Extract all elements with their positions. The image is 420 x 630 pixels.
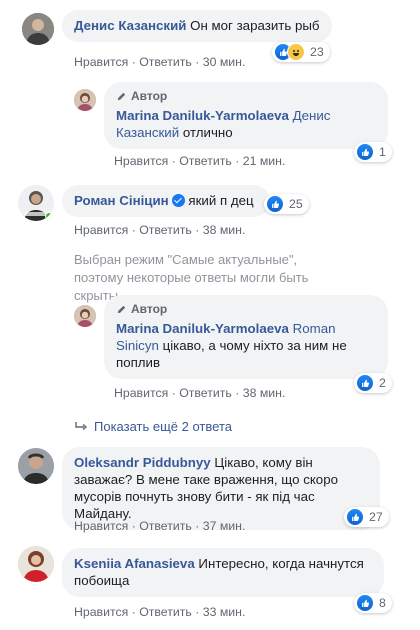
reply-author[interactable]: Marina Daniluk-Yarmolaeva [116,108,289,123]
avatar[interactable] [18,448,54,484]
online-status-icon [45,212,53,220]
like-icon [266,195,284,213]
reactions[interactable]: 8 [354,593,392,613]
separator: · [171,154,176,168]
separator: · [195,55,200,69]
avatar[interactable] [18,546,54,582]
avatar[interactable] [18,185,54,221]
separator: · [195,223,200,237]
avatar-photo-icon [18,546,54,582]
avatar[interactable] [22,13,54,45]
comment-bubble: Oleksandr Piddubnyy Цікаво, кому він зав… [62,447,380,530]
comment-actions: Нравится · Ответить · 38 мин. [74,223,245,237]
reactions[interactable]: 23 [272,42,330,62]
reaction-count: 2 [379,376,386,390]
comment-timestamp[interactable]: 30 мин. [203,55,246,69]
comment-author[interactable]: Kseniia Afanasieva [74,556,195,571]
reply-timestamp[interactable]: 38 мин. [243,386,286,400]
reactions[interactable]: 2 [354,373,392,393]
separator: · [195,605,200,619]
author-tag: Автор [116,88,376,105]
like-button[interactable]: Нравится [74,55,128,69]
pencil-icon [116,91,127,102]
comment-timestamp[interactable]: 37 мин. [203,519,246,533]
verified-badge-icon [171,194,185,207]
like-button[interactable]: Нравится [74,223,128,237]
reply-button[interactable]: Ответить [139,55,192,69]
reaction-count: 27 [369,510,383,524]
reply-actions: Нравится · Ответить · 21 мин. [114,154,285,168]
reply-button[interactable]: Ответить [179,154,232,168]
reactions[interactable]: 1 [354,142,392,162]
separator: · [131,55,136,69]
separator: · [235,154,240,168]
separator: · [195,519,200,533]
like-button[interactable]: Нравится [74,519,128,533]
like-icon [346,508,364,526]
comment-actions: Нравится · Ответить · 30 мин. [74,55,245,69]
author-tag: Автор [116,301,376,318]
reply-arrow-icon [75,421,88,430]
avatar[interactable] [74,305,96,327]
separator: · [131,223,136,237]
comment-actions: Нравится · Ответить · 37 мин. [74,519,245,533]
reply-actions: Нравится · Ответить · 38 мин. [114,386,285,400]
like-button[interactable]: Нравится [114,386,168,400]
like-button[interactable]: Нравится [114,154,168,168]
like-button[interactable]: Нравится [74,605,128,619]
comment-bubble: Роман Сініцин який п дец [62,185,270,217]
separator: · [131,605,136,619]
reaction-count: 1 [379,145,386,159]
avatar[interactable] [74,89,96,111]
comment-timestamp[interactable]: 33 мин. [203,605,246,619]
pencil-icon [116,304,127,315]
comment-timestamp[interactable]: 38 мин. [203,223,246,237]
comment-author[interactable]: Oleksandr Piddubnyy [74,455,211,470]
reply-text: отлично [182,125,233,140]
reaction-count: 25 [289,197,303,211]
separator: · [131,519,136,533]
comment-bubble: Денис Казанский Он мог заразить рыб [62,10,332,42]
like-icon [356,374,374,392]
avatar-photo-icon [74,305,96,327]
avatar-photo-icon [74,89,96,111]
like-icon [356,143,374,161]
reply-bubble: Автор Marina Daniluk-Yarmolaeva Roman Si… [104,295,388,379]
separator: · [171,386,176,400]
reply-button[interactable]: Ответить [139,223,192,237]
like-icon [356,594,374,612]
reply-button[interactable]: Ответить [179,386,232,400]
reactions[interactable]: 25 [264,194,309,214]
reactions[interactable]: 27 [344,507,389,527]
reply-button[interactable]: Ответить [139,519,192,533]
reaction-count: 23 [310,45,324,59]
reply-timestamp[interactable]: 21 мин. [243,154,286,168]
reply-button[interactable]: Ответить [139,605,192,619]
reply-author[interactable]: Marina Daniluk-Yarmolaeva [116,321,289,336]
comment-bubble: Kseniia Afanasieva Интересно, когда начн… [62,548,384,597]
comment-actions: Нравится · Ответить · 33 мин. [74,605,245,619]
haha-icon [287,43,305,61]
avatar-photo-icon [22,13,54,45]
separator: · [235,386,240,400]
show-more-replies-link[interactable]: Показать ещё 2 ответа [74,419,232,434]
avatar-photo-icon [18,448,54,484]
comment-text: Он мог заразить рыб [190,18,320,33]
reaction-count: 8 [379,596,386,610]
comment-author[interactable]: Роман Сініцин [74,193,169,208]
comment-text: який п дец [188,193,254,208]
reply-bubble: Автор Marina Daniluk-Yarmolaeva Денис Ка… [104,82,388,149]
comment-author[interactable]: Денис Казанский [74,18,186,33]
